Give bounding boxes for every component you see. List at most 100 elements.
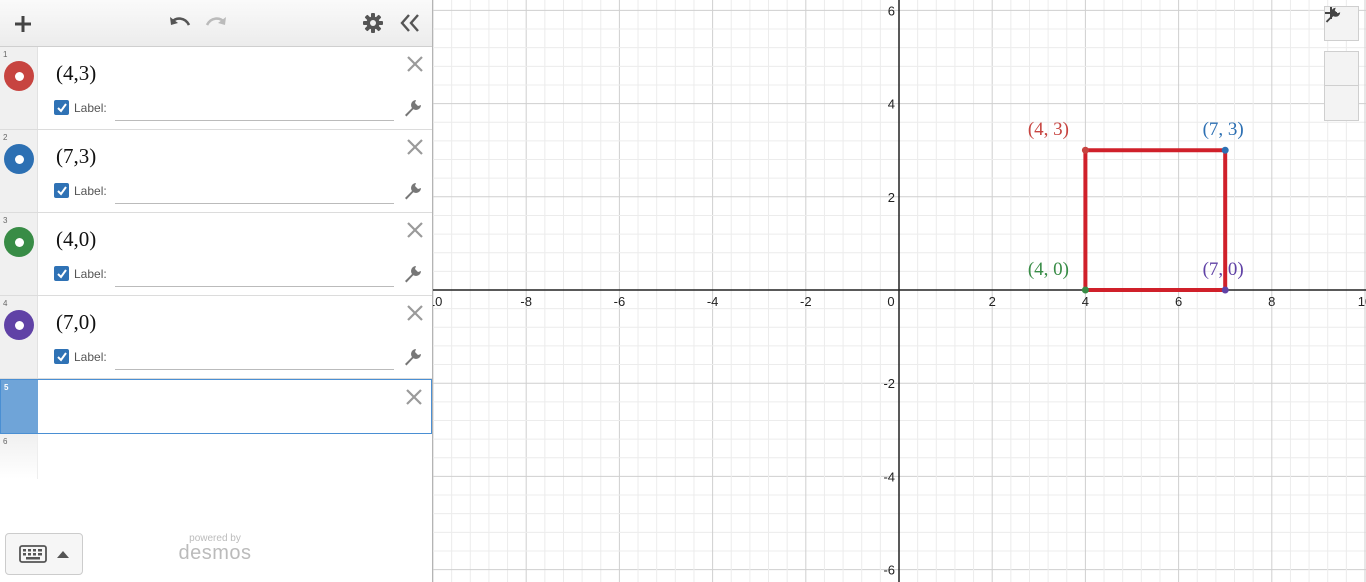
settings-button[interactable]: [359, 9, 387, 37]
expression-row-active[interactable]: 5: [0, 379, 432, 434]
zoom-out-button[interactable]: [1324, 12, 1359, 121]
label-toggle[interactable]: Label:: [54, 349, 107, 364]
point-style-icon[interactable]: [4, 227, 34, 257]
label-checkbox[interactable]: [54, 100, 69, 115]
point-marker: [1081, 286, 1089, 294]
x-tick-label: 8: [1268, 294, 1275, 309]
close-icon[interactable]: [404, 53, 426, 75]
point-label: (4, 3): [1028, 119, 1069, 140]
graph-paper[interactable]: -10 -8 -6 -4 -2 0 2 4 6 8 10 6 4 2 -2 -4 -6 (4, 3) (7, 3) (…: [433, 0, 1366, 582]
label-input[interactable]: [115, 271, 394, 287]
expression-row[interactable]: 1 (4,3) Label:: [0, 47, 432, 130]
x-tick-label: 4: [1082, 294, 1089, 309]
x-tick-label: 6: [1175, 294, 1182, 309]
checkmark-icon: [56, 351, 67, 362]
expression-toolbar: [0, 0, 432, 47]
label-input[interactable]: [115, 105, 394, 121]
expression-gutter: 5: [1, 380, 38, 433]
expression-index: 3: [3, 216, 8, 225]
point-label: (4, 0): [1028, 259, 1069, 280]
label-toggle[interactable]: Label:: [54, 266, 107, 281]
x-tick-label: -4: [707, 294, 719, 309]
expression-index: 6: [3, 437, 8, 446]
expression-index: 4: [3, 299, 8, 308]
x-tick-label: 0: [887, 294, 894, 309]
expression-row[interactable]: 3 (4,0) Label:: [0, 213, 432, 296]
label-caption: Label:: [74, 183, 107, 198]
expression-row[interactable]: 4 (7,0) Label:: [0, 296, 432, 379]
wrench-icon[interactable]: [402, 263, 424, 285]
redo-icon: [205, 17, 226, 26]
point-label: (7, 3): [1203, 119, 1244, 140]
graph-canvas[interactable]: -10 -8 -6 -4 -2 0 2 4 6 8 10 6 4 2 -2 -4 -6 (4, 3) (7, 3) (…: [433, 0, 1366, 582]
y-tick-label: -6: [883, 563, 895, 578]
graph-controls: [1324, 6, 1359, 121]
collapse-panel-button[interactable]: [395, 9, 425, 37]
expression-index: 2: [3, 133, 8, 142]
expression-row-empty[interactable]: 6: [0, 434, 432, 479]
close-icon[interactable]: [404, 219, 426, 241]
expression-gutter: 4: [0, 296, 38, 378]
close-icon[interactable]: [404, 136, 426, 158]
point-style-icon[interactable]: [4, 61, 34, 91]
label-caption: Label:: [74, 100, 107, 115]
expression-gutter: 3: [0, 213, 38, 295]
y-tick-label: 4: [888, 97, 895, 112]
expression-latex[interactable]: (4,0): [56, 227, 96, 252]
expression-latex[interactable]: (7,0): [56, 310, 96, 335]
wrench-icon[interactable]: [402, 180, 424, 202]
close-icon[interactable]: [404, 302, 426, 324]
keyboard-icon: [19, 545, 47, 563]
point-style-icon[interactable]: [4, 144, 34, 174]
desmos-calculator: 1 (4,3) Label: 2 (7,3) Label: 3 (4,0) La…: [0, 0, 1366, 582]
point-style-icon[interactable]: [4, 310, 34, 340]
label-input[interactable]: [115, 354, 394, 370]
x-tick-label: 2: [989, 294, 996, 309]
x-tick-label: -8: [520, 294, 532, 309]
zoom-in-button[interactable]: [1324, 7, 1359, 86]
expression-gutter: 2: [0, 130, 38, 212]
wrench-icon[interactable]: [402, 346, 424, 368]
expression-gutter: 1: [0, 47, 38, 129]
label-toggle[interactable]: Label:: [54, 183, 107, 198]
plus-icon: [15, 16, 31, 32]
redo-button[interactable]: [202, 9, 230, 37]
desmos-logo: desmos: [178, 542, 252, 564]
add-expression-button[interactable]: [8, 9, 38, 39]
undo-icon: [170, 17, 191, 26]
label-toggle[interactable]: Label:: [54, 100, 107, 115]
expression-index: 1: [3, 50, 8, 59]
gear-icon: [363, 13, 383, 33]
label-checkbox[interactable]: [54, 266, 69, 281]
label-checkbox[interactable]: [54, 349, 69, 364]
checkmark-icon: [56, 268, 67, 279]
x-tick-label: 10: [1358, 294, 1366, 309]
y-tick-label: -2: [883, 376, 895, 391]
label-checkbox[interactable]: [54, 183, 69, 198]
close-icon[interactable]: [403, 386, 425, 408]
x-tick-label: -6: [614, 294, 626, 309]
caret-up-icon: [57, 551, 69, 558]
wrench-icon[interactable]: [402, 97, 424, 119]
double-chevron-left-icon: [400, 14, 419, 32]
undo-button[interactable]: [166, 9, 194, 37]
label-input[interactable]: [115, 188, 394, 204]
expression-row[interactable]: 2 (7,3) Label:: [0, 130, 432, 213]
x-tick-label: -2: [800, 294, 812, 309]
powered-by-desmos: powered by desmos: [170, 533, 260, 565]
point-marker: [1221, 146, 1229, 154]
y-tick-label: 2: [888, 190, 895, 205]
keypad-toggle-button[interactable]: [5, 533, 83, 575]
x-tick-label: -10: [433, 294, 442, 309]
zoom-controls: [1324, 7, 1359, 121]
expression-latex[interactable]: (7,3): [56, 144, 96, 169]
expression-list: 1 (4,3) Label: 2 (7,3) Label: 3 (4,0) La…: [0, 47, 432, 479]
minus-icon: [1325, 12, 1337, 14]
expression-latex[interactable]: (4,3): [56, 61, 96, 86]
label-caption: Label:: [74, 266, 107, 281]
y-tick-label: 6: [888, 3, 895, 18]
label-caption: Label:: [74, 349, 107, 364]
point-label: (7, 0): [1203, 259, 1244, 280]
point-marker: [1221, 286, 1229, 294]
checkmark-icon: [56, 102, 67, 113]
